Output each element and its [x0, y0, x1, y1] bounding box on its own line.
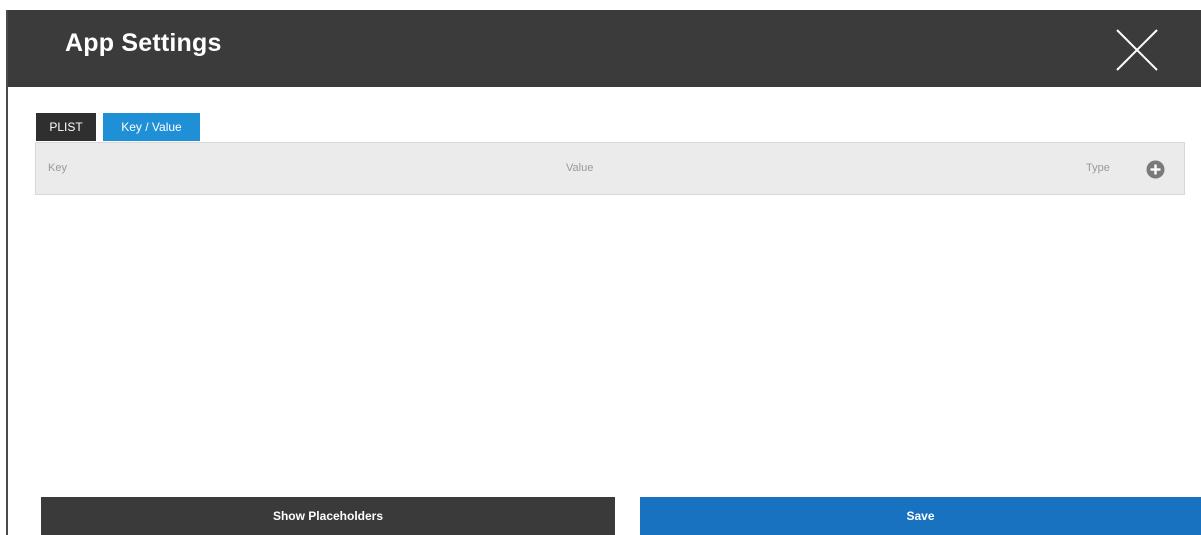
dialog-left-border [6, 10, 8, 535]
dialog-header: App Settings [8, 10, 1201, 87]
key-value-table-header: Key Value Type [35, 142, 1185, 195]
add-row-button[interactable] [1146, 160, 1165, 179]
close-icon [1116, 29, 1158, 71]
dialog-title: App Settings [65, 29, 222, 57]
show-placeholders-button[interactable]: Show Placeholders [41, 497, 615, 535]
column-header-value: Value [566, 162, 594, 174]
app-settings-dialog: App Settings PLIST Key / Value Key Value… [0, 0, 1201, 535]
save-button[interactable]: Save [640, 497, 1201, 535]
tab-plist[interactable]: PLIST [36, 113, 96, 141]
column-header-key: Key [48, 162, 67, 174]
tab-key-value[interactable]: Key / Value [103, 113, 200, 141]
column-header-type: Type [1086, 162, 1110, 174]
plus-circle-icon [1146, 160, 1165, 179]
close-button[interactable] [1113, 26, 1161, 74]
